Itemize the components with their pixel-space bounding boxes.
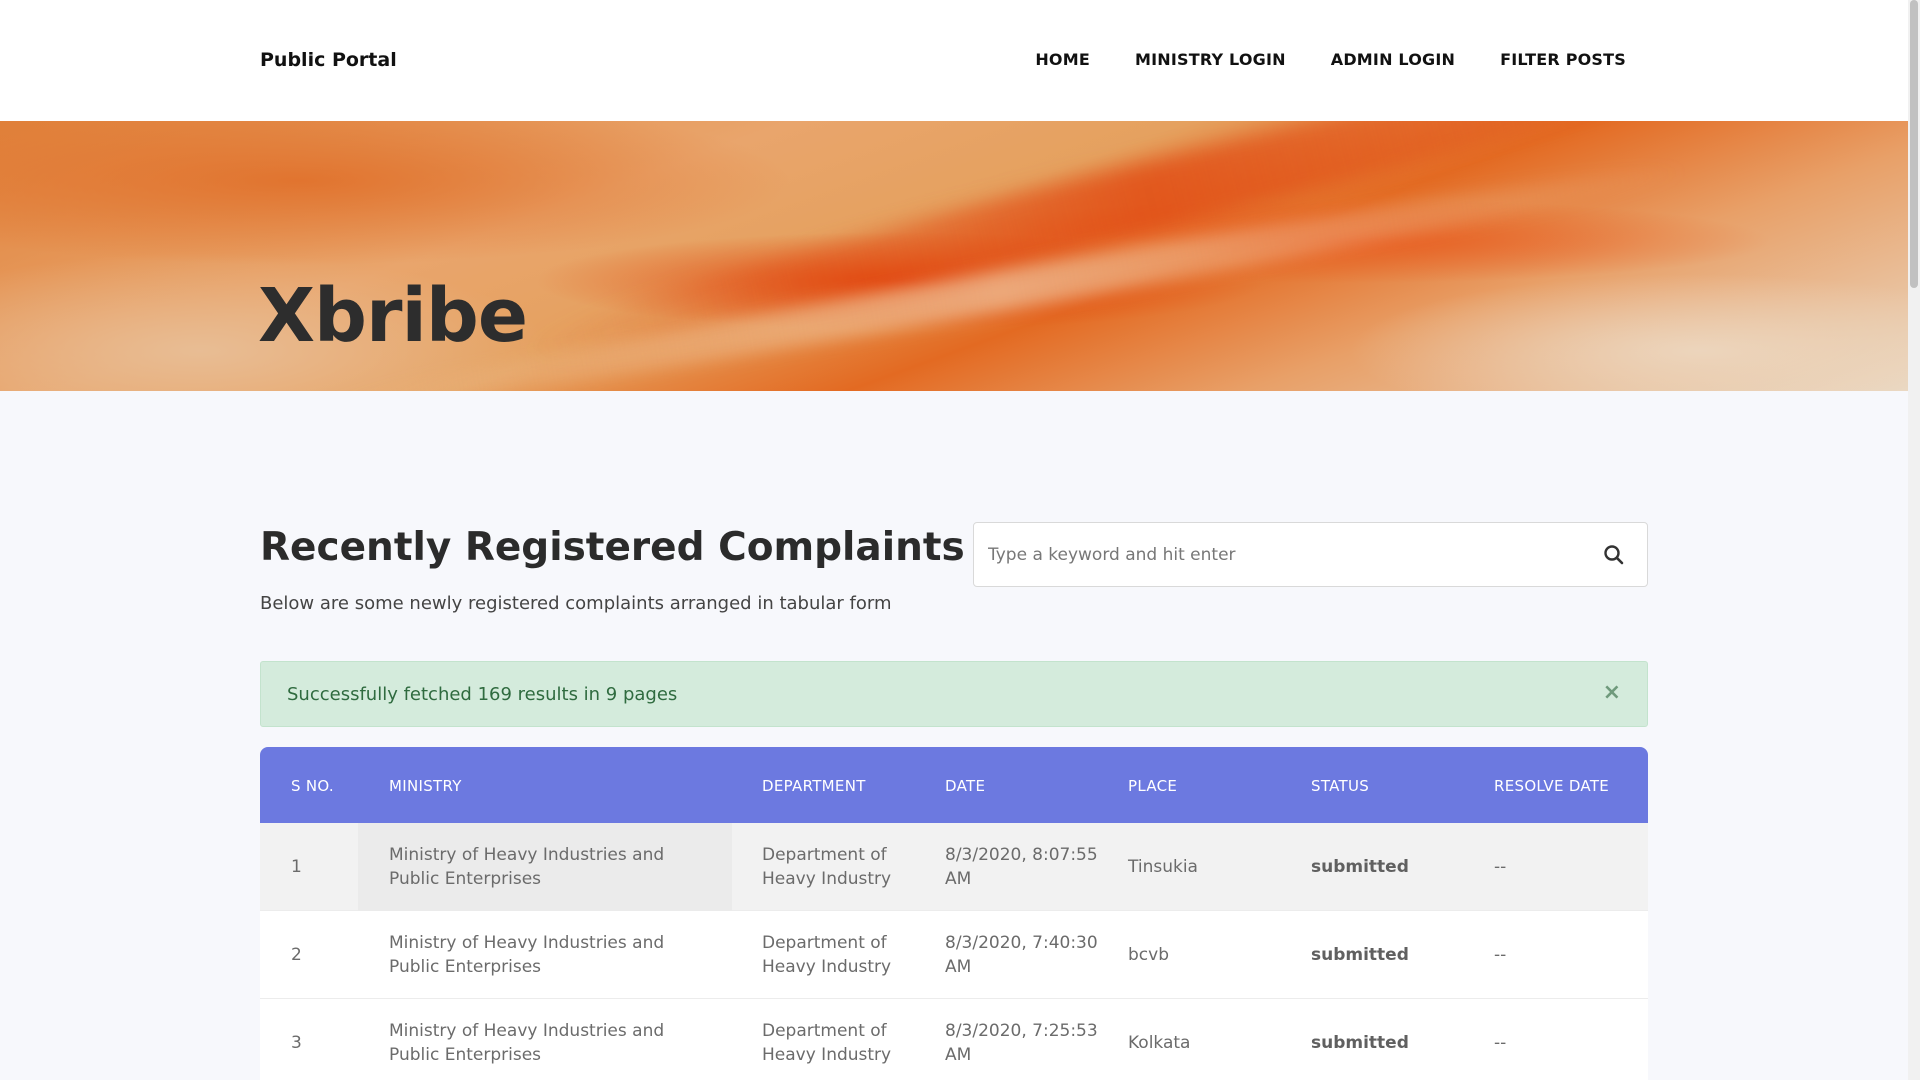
cell-place: Kolkata xyxy=(1128,1033,1191,1053)
cell-place: bcvb xyxy=(1128,945,1169,965)
cell-department: Department of Heavy Industry xyxy=(762,1021,892,1065)
column-header-sno: S NO. xyxy=(291,777,334,795)
cell-status: submitted xyxy=(1311,945,1409,965)
column-header-ministry: MINISTRY xyxy=(389,777,462,795)
column-header-resolve-date: RESOLVE DATE xyxy=(1494,777,1610,795)
search-box xyxy=(973,522,1648,587)
search-icon[interactable] xyxy=(1603,544,1625,566)
scrollbar-thumb[interactable] xyxy=(1910,0,1918,288)
cell-sno: 1 xyxy=(291,857,302,877)
close-icon[interactable]: × xyxy=(1603,680,1621,705)
section-subtitle: Below are some newly registered complain… xyxy=(260,593,892,614)
cell-sno: 3 xyxy=(291,1033,302,1053)
table-row[interactable]: 1 Ministry of Heavy Industries and Publi… xyxy=(260,823,1648,911)
cell-date: 8/3/2020, 7:40:30 AM xyxy=(945,933,1098,977)
cell-ministry: Ministry of Heavy Industries and Public … xyxy=(389,933,665,977)
cell-status: submitted xyxy=(1311,1033,1409,1053)
navbar: Public Portal HOME MINISTRY LOGIN ADMIN … xyxy=(0,0,1908,121)
cell-sno: 2 xyxy=(291,945,302,965)
table-row[interactable]: 2 Ministry of Heavy Industries and Publi… xyxy=(260,911,1648,999)
alert-message: Successfully fetched 169 results in 9 pa… xyxy=(287,684,678,705)
cell-ministry: Ministry of Heavy Industries and Public … xyxy=(389,845,665,889)
column-header-date: DATE xyxy=(945,777,986,795)
cell-status: submitted xyxy=(1311,857,1409,877)
cell-resolve-date: -- xyxy=(1494,945,1507,965)
cell-resolve-date: -- xyxy=(1494,857,1507,877)
column-header-department: DEPARTMENT xyxy=(762,777,866,795)
nav-home[interactable]: HOME xyxy=(1035,50,1090,69)
brand-logo[interactable]: Public Portal xyxy=(260,49,397,71)
table-row[interactable]: 3 Ministry of Heavy Industries and Publi… xyxy=(260,999,1648,1080)
table-header: S NO. MINISTRY DEPARTMENT DATE PLACE STA… xyxy=(260,747,1648,823)
nav-filter-posts[interactable]: FILTER POSTS xyxy=(1500,50,1626,69)
page-scrollbar[interactable] xyxy=(1908,0,1920,1080)
cell-department: Department of Heavy Industry xyxy=(762,933,892,977)
nav-admin-login[interactable]: ADMIN LOGIN xyxy=(1331,50,1455,69)
cell-department: Department of Heavy Industry xyxy=(762,845,892,889)
cell-date: 8/3/2020, 8:07:55 AM xyxy=(945,845,1098,889)
cell-place: Tinsukia xyxy=(1128,857,1198,877)
nav-menu: HOME MINISTRY LOGIN ADMIN LOGIN FILTER P… xyxy=(990,50,1626,69)
column-header-status: STATUS xyxy=(1311,777,1370,795)
column-header-place: PLACE xyxy=(1128,777,1178,795)
success-alert: Successfully fetched 169 results in 9 pa… xyxy=(260,661,1648,727)
hero-title: Xbribe xyxy=(258,273,528,359)
section-title: Recently Registered Complaints xyxy=(260,525,965,570)
search-input[interactable] xyxy=(988,523,1568,586)
nav-ministry-login[interactable]: MINISTRY LOGIN xyxy=(1135,50,1286,69)
cell-date: 8/3/2020, 7:25:53 AM xyxy=(945,1021,1098,1065)
complaints-table: S NO. MINISTRY DEPARTMENT DATE PLACE STA… xyxy=(260,747,1648,1080)
cell-ministry: Ministry of Heavy Industries and Public … xyxy=(389,1021,665,1065)
hero-banner: Xbribe xyxy=(0,121,1908,391)
cell-resolve-date: -- xyxy=(1494,1033,1507,1053)
